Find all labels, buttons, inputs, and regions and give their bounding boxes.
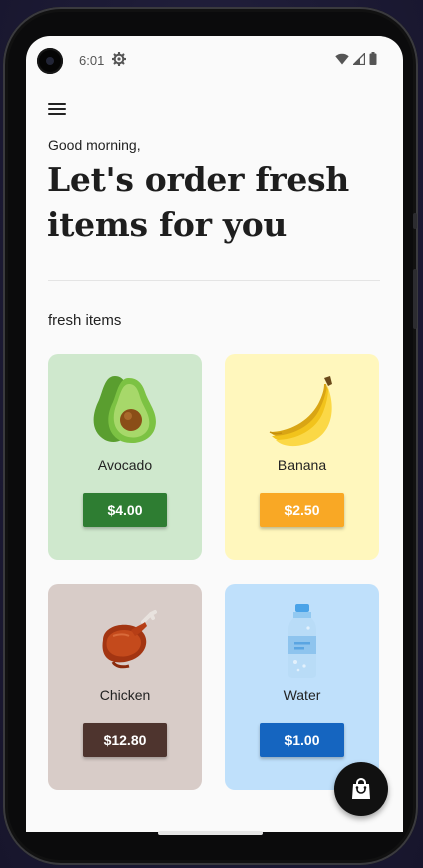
power-button	[413, 213, 417, 229]
item-name: Chicken	[99, 687, 151, 703]
chicken-icon	[102, 610, 157, 669]
product-card-avocado[interactable]: Avocado $4.00	[48, 354, 202, 560]
front-camera	[37, 48, 63, 74]
home-indicator[interactable]	[158, 831, 263, 835]
add-banana-price-button[interactable]: $2.50	[260, 493, 344, 527]
status-time: 6:01	[79, 53, 105, 68]
wifi-icon	[335, 53, 349, 64]
app-screen: 6:01 Good morning, Let's order fresh ite…	[26, 36, 403, 832]
product-card-banana[interactable]: Banana $2.50	[225, 354, 379, 560]
cart-fab-button[interactable]	[334, 762, 388, 816]
add-avocado-price-button[interactable]: $4.00	[83, 493, 167, 527]
page-headline: Let's order fresh items for you	[47, 160, 350, 244]
phone-frame: 6:01 Good morning, Let's order fresh ite…	[3, 7, 418, 865]
product-card-chicken[interactable]: Chicken $12.80	[48, 584, 202, 790]
item-name: Banana	[277, 457, 327, 473]
settings-icon	[112, 52, 126, 66]
product-card-water[interactable]: Water $1.00	[225, 584, 379, 790]
volume-button	[413, 269, 417, 329]
water-bottle-icon	[288, 604, 316, 678]
greeting-text: Good morning,	[48, 137, 141, 153]
signal-icon	[353, 52, 365, 65]
shopping-bag-icon	[352, 778, 370, 799]
divider	[48, 280, 380, 281]
banana-icon	[269, 376, 332, 447]
item-name: Avocado	[97, 457, 153, 473]
item-name: Water	[283, 687, 321, 703]
add-chicken-price-button[interactable]: $12.80	[83, 723, 167, 757]
battery-icon	[369, 52, 377, 65]
status-icons	[335, 52, 377, 65]
avocado-icon	[93, 376, 156, 444]
add-water-price-button[interactable]: $1.00	[260, 723, 344, 757]
section-title: fresh items	[48, 312, 122, 329]
menu-icon[interactable]	[48, 103, 68, 117]
